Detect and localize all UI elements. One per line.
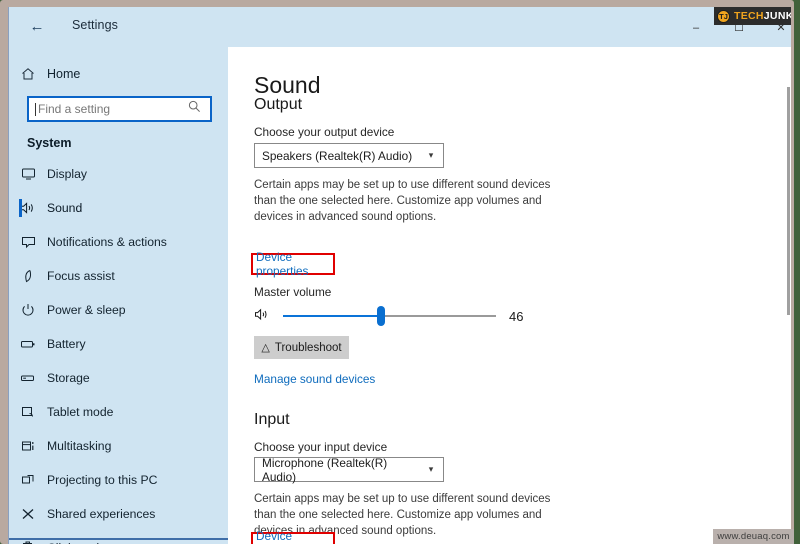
tablet-icon xyxy=(9,405,47,419)
sidebar-nav-list: Display Sound Notifications & actions Fo… xyxy=(9,157,228,544)
volume-track[interactable] xyxy=(283,315,496,317)
sidebar-bottom-divider xyxy=(9,538,228,540)
warning-triangle-icon: △ xyxy=(261,342,270,354)
monitor-icon xyxy=(9,167,47,181)
multitasking-icon xyxy=(9,439,47,453)
chevron-down-icon: ▾ xyxy=(428,464,434,474)
output-device-properties-highlight: Device properties xyxy=(251,250,335,278)
sidebar-item-power-sleep-label: Power & sleep xyxy=(47,303,126,317)
output-note: Certain apps may be set up to use differ… xyxy=(254,179,551,223)
techjunkie-tech-text: TECH xyxy=(734,10,764,22)
settings-sidebar: Home Find a setting System Display Sound… xyxy=(9,47,228,544)
sidebar-item-battery[interactable]: Battery xyxy=(9,327,228,361)
chevron-down-icon: ▾ xyxy=(428,150,434,160)
input-device-select[interactable]: Microphone (Realtek(R) Audio) ▾ xyxy=(254,455,444,484)
sidebar-item-notifications[interactable]: Notifications & actions xyxy=(9,225,228,259)
storage-icon xyxy=(9,371,47,385)
sidebar-item-multitasking[interactable]: Multitasking xyxy=(9,429,228,463)
volume-track-fill xyxy=(283,315,381,317)
moon-icon xyxy=(9,269,47,283)
volume-thumb[interactable] xyxy=(376,306,385,326)
techjunkie-junkie-text: JUNKIE xyxy=(763,10,791,22)
desktop-background: ← Settings – ☐ ✕ TJ TECHJUNKIE xyxy=(0,0,800,544)
sidebar-item-storage[interactable]: Storage xyxy=(9,361,228,395)
window-frame: ← Settings – ☐ ✕ TJ TECHJUNKIE xyxy=(0,0,794,544)
minimize-button[interactable]: – xyxy=(681,17,711,39)
settings-content: Sound Output Choose your output device S… xyxy=(228,47,791,544)
sidebar-item-storage-label: Storage xyxy=(47,371,90,385)
input-device-label: Choose your input device xyxy=(254,440,388,454)
sidebar-item-multitasking-label: Multitasking xyxy=(47,439,112,453)
sidebar-item-sound-label: Sound xyxy=(47,201,83,215)
techjunkie-watermark-logo: TJ TECHJUNKIE xyxy=(714,7,791,25)
output-device-properties-link[interactable]: Device properties xyxy=(256,250,333,278)
volume-value: 46 xyxy=(509,309,524,324)
search-placeholder: Find a setting xyxy=(38,102,111,116)
sidebar-item-home[interactable]: Home xyxy=(9,61,228,87)
window-title: Settings xyxy=(72,18,118,32)
sidebar-item-notifications-label: Notifications & actions xyxy=(47,235,167,249)
search-input[interactable]: Find a setting xyxy=(27,96,212,122)
settings-window: ← Settings – ☐ ✕ TJ TECHJUNKIE xyxy=(8,7,791,544)
home-icon xyxy=(9,67,47,81)
troubleshoot-label: Troubleshoot xyxy=(274,341,342,354)
back-arrow-icon[interactable]: ← xyxy=(27,18,47,36)
output-device-select[interactable]: Speakers (Realtek(R) Audio) ▾ xyxy=(254,143,444,168)
sidebar-item-display[interactable]: Display xyxy=(9,157,228,191)
sidebar-item-shared-experiences-label: Shared experiences xyxy=(47,507,156,521)
output-device-value: Speakers (Realtek(R) Audio) xyxy=(262,148,413,163)
sidebar-item-display-label: Display xyxy=(47,167,87,181)
sidebar-item-power-sleep[interactable]: Power & sleep xyxy=(9,293,228,327)
input-device-value: Microphone (Realtek(R) Audio) xyxy=(262,455,388,484)
input-device-properties-link[interactable]: Device properties xyxy=(256,529,333,544)
techjunkie-wordmark: TECHJUNKIE xyxy=(734,10,791,22)
input-section-heading: Input xyxy=(254,411,290,428)
sidebar-item-shared-experiences[interactable]: Shared experiences xyxy=(9,497,228,531)
sidebar-item-projecting-label: Projecting to this PC xyxy=(47,473,158,487)
output-device-label: Choose your output device xyxy=(254,125,395,139)
projecting-icon xyxy=(9,473,47,487)
speaker-icon xyxy=(9,201,47,215)
search-icon[interactable] xyxy=(188,100,210,118)
battery-icon xyxy=(9,337,47,351)
sidebar-group-label: System xyxy=(27,136,72,150)
share-icon xyxy=(9,507,47,521)
power-icon xyxy=(9,303,47,317)
notification-icon xyxy=(9,235,47,249)
sidebar-item-sound[interactable]: Sound xyxy=(9,191,228,225)
sidebar-item-battery-label: Battery xyxy=(47,337,86,351)
input-device-properties-highlight: Device properties xyxy=(251,529,335,544)
scrollbar-thumb[interactable] xyxy=(787,87,790,315)
title-bar: ← Settings – ☐ ✕ TJ TECHJUNKIE xyxy=(9,7,791,47)
sidebar-item-tablet-mode[interactable]: Tablet mode xyxy=(9,395,228,429)
troubleshoot-button[interactable]: △ Troubleshoot xyxy=(254,336,349,359)
output-section-heading: Output xyxy=(254,96,303,113)
techjunkie-badge-icon: TJ xyxy=(717,9,730,23)
master-volume-label: Master volume xyxy=(254,285,332,299)
sidebar-item-tablet-mode-label: Tablet mode xyxy=(47,405,114,419)
sidebar-item-focus-assist[interactable]: Focus assist xyxy=(9,259,228,293)
sidebar-item-home-label: Home xyxy=(47,67,81,81)
speaker-icon[interactable] xyxy=(254,307,274,325)
content-scrollbar[interactable] xyxy=(785,47,791,544)
manage-sound-devices-link[interactable]: Manage sound devices xyxy=(254,372,375,386)
footer-watermark: www.deuaq.com xyxy=(713,529,794,544)
sidebar-item-projecting[interactable]: Projecting to this PC xyxy=(9,463,228,497)
sidebar-item-focus-assist-label: Focus assist xyxy=(47,269,115,283)
